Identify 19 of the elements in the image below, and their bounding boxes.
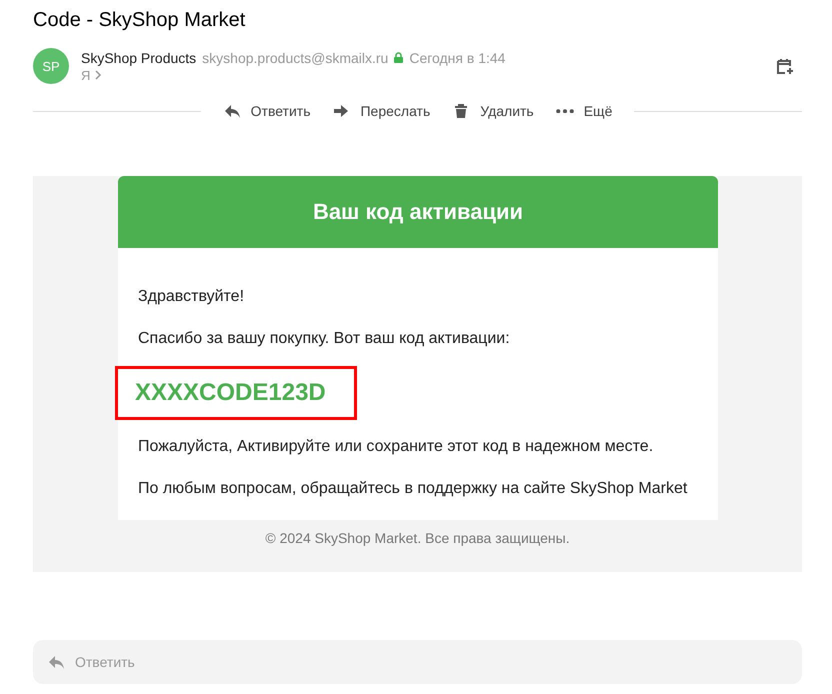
reply-button[interactable]: Ответить: [222, 98, 310, 124]
chevron-icon[interactable]: [94, 70, 102, 80]
support-text: По любым вопросам, обращайтесь в поддержку на сайте SkyShop Market: [138, 479, 688, 499]
email-subject: Code - SkyShop Market: [33, 8, 246, 33]
copyright-text: © 2024 SkyShop Market. Все права защищены.: [264, 529, 571, 548]
activation-code: XXXXCODE123D: [115, 366, 357, 420]
sender-avatar: SP: [33, 48, 69, 84]
arrow-icon: [332, 102, 350, 120]
more-button[interactable]: Ещё: [556, 99, 612, 123]
email-date: Сегодня в 1:44: [409, 50, 506, 66]
dots-icon: [556, 108, 574, 114]
intro-text: Спасибо за вашу покупку. Вот ваш код активации:: [138, 329, 511, 349]
sender-name[interactable]: SkyShop Products: [81, 50, 196, 66]
calendar-add-icon[interactable]: [776, 57, 794, 75]
instruction-text: Пожалуйста, Активируйте или сохраните этот код в надежном месте.: [138, 437, 654, 457]
email-heading: Ваш код активации: [118, 176, 718, 248]
forward-button[interactable]: Переслать: [332, 98, 430, 124]
delete-button[interactable]: Удалить: [452, 98, 534, 124]
greeting: Здравствуйте!: [138, 287, 246, 307]
